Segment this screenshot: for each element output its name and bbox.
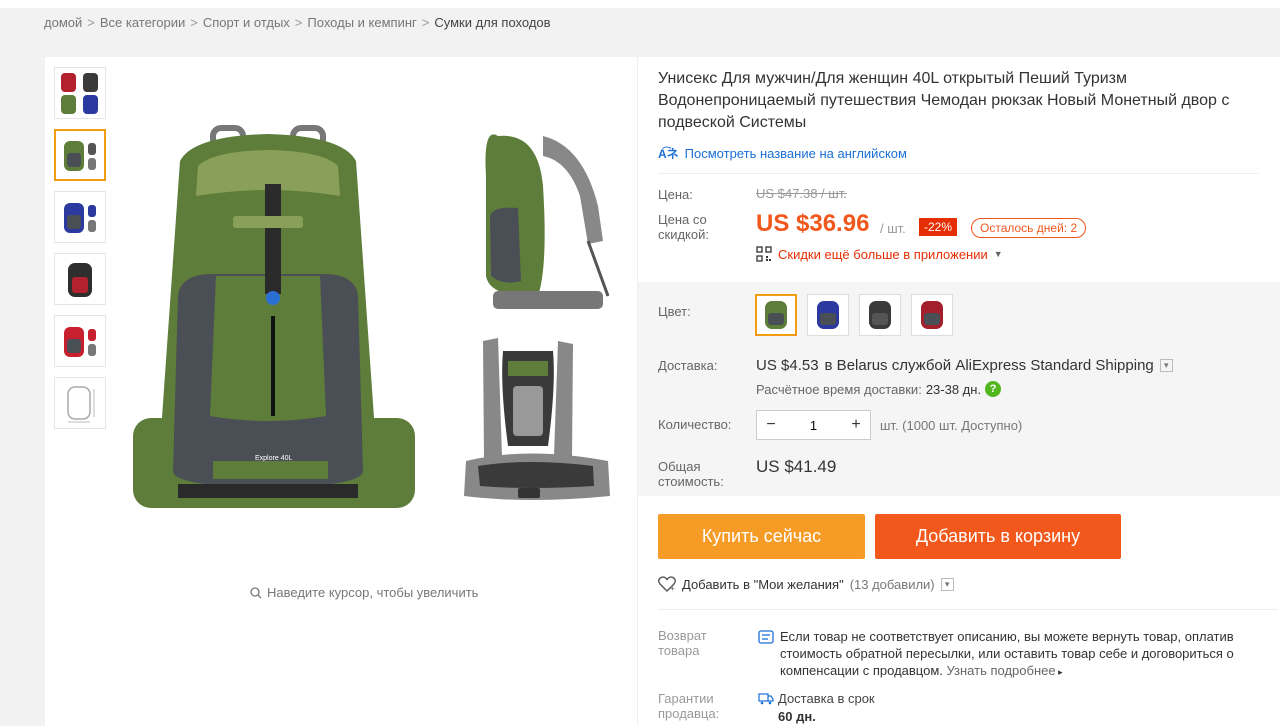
- magnifier-icon: [250, 586, 262, 598]
- divider: [658, 173, 1258, 174]
- backpack-logo-text: Explore 40L: [255, 455, 292, 462]
- breadcrumb-all-categories[interactable]: Все категории: [100, 15, 185, 30]
- price-label: Цена:: [658, 187, 693, 202]
- top-bar: [0, 0, 1280, 8]
- breadcrumb-home[interactable]: домой: [44, 15, 82, 30]
- guarantee-title: Доставка в срок: [778, 691, 875, 706]
- quantity-input[interactable]: [785, 411, 842, 439]
- quantity-increase-button[interactable]: +: [842, 411, 870, 439]
- caret-down-icon: ▼: [993, 249, 1003, 259]
- breadcrumb-sports[interactable]: Спорт и отдых: [203, 15, 290, 30]
- backpack-front-image: Explore 40L: [133, 125, 415, 508]
- thumbnail-blue[interactable]: [54, 191, 106, 243]
- eta-value: 23-38 дн.: [925, 381, 982, 397]
- help-icon[interactable]: ?: [985, 381, 1002, 397]
- guarantee-label: Гарантии продавца:: [658, 691, 720, 721]
- zoom-hint-text: Наведите курсор, чтобы увеличить: [267, 585, 479, 600]
- eta-label: Расчётное время доставки:: [756, 381, 922, 397]
- backpack-back-image: [464, 338, 610, 500]
- thumbnail-red[interactable]: [54, 315, 106, 367]
- color-swatch-green[interactable]: [755, 294, 797, 336]
- total-label: Общая стоимость:: [658, 459, 724, 489]
- return-policy-icon: [758, 630, 774, 644]
- shipping-method: в Belarus службой AliExpress Standard Sh…: [824, 357, 1154, 374]
- old-price: US $47.38 / шт.: [756, 186, 847, 201]
- qr-code-icon: [756, 246, 772, 262]
- app-deal-link[interactable]: Скидки ещё больше в приложении ▼: [756, 246, 1003, 262]
- shipping-price: US $4.53: [756, 357, 819, 374]
- color-swatch-blue[interactable]: [807, 294, 849, 336]
- returns-learn-more-link[interactable]: Узнать подробнее: [947, 663, 1056, 678]
- days-left-badge: Осталось дней: 2: [971, 218, 1087, 238]
- thumbnail-size-chart[interactable]: [54, 377, 106, 429]
- breadcrumb-current[interactable]: Сумки для походов: [434, 15, 550, 30]
- translate-title-link[interactable]: A͡ネ Посмотреть название на английском: [658, 145, 907, 162]
- svg-text:+: +: [670, 584, 675, 592]
- returns-info: Если товар не соответствует описанию, вы…: [758, 628, 1238, 681]
- divider: [658, 609, 1278, 610]
- app-deal-text: Скидки ещё больше в приложении: [778, 246, 988, 262]
- buy-now-button[interactable]: Купить сейчас: [658, 514, 865, 559]
- wishlist-text: Добавить в "Мои желания": [682, 576, 844, 592]
- breadcrumb-separator: >: [294, 15, 303, 30]
- discount-price-label: Цена со скидкой:: [658, 212, 709, 242]
- wishlist-count: (13 добавили): [849, 576, 935, 592]
- breadcrumb-separator: >: [87, 15, 95, 30]
- shipping-label: Доставка:: [658, 358, 718, 373]
- breadcrumb-separator: >: [190, 15, 198, 30]
- main-product-image[interactable]: Explore 40L: [118, 66, 638, 566]
- total-price: US $41.49: [756, 457, 837, 476]
- price-unit: / шт.: [880, 221, 906, 236]
- color-swatch-red[interactable]: [911, 294, 953, 336]
- wishlist-dropdown-icon[interactable]: ▾: [940, 577, 954, 591]
- discount-badge: -22%: [919, 218, 958, 236]
- quantity-decrease-button[interactable]: −: [757, 411, 785, 439]
- chevron-right-icon: ▸: [1055, 667, 1063, 677]
- guarantee-info: Доставка в срок 60 дн.: [758, 690, 875, 726]
- guarantee-value: 60 дн.: [778, 709, 816, 724]
- color-label: Цвет:: [658, 304, 691, 319]
- translate-icon: A͡ネ: [658, 147, 679, 161]
- add-to-cart-button[interactable]: Добавить в корзину: [875, 514, 1121, 559]
- backpack-side-image: [485, 134, 610, 309]
- delivery-truck-icon: [758, 693, 774, 705]
- delivery-eta: Расчётное время доставки: 23-38 дн. ?: [756, 381, 1002, 397]
- shipping-info: US $4.53 в Belarus службой AliExpress St…: [756, 357, 1173, 374]
- thumbnail-black[interactable]: [54, 253, 106, 305]
- breadcrumb-hiking[interactable]: Походы и кемпинг: [307, 15, 416, 30]
- thumbnail-list: [54, 67, 108, 439]
- color-swatch-black[interactable]: [859, 294, 901, 336]
- quantity-label: Количество:: [658, 417, 732, 432]
- breadcrumb: домой > Все категории > Спорт и отдых > Походы…: [44, 15, 551, 30]
- wishlist-link[interactable]: + Добавить в "Мои желания" (13 добавили)…: [658, 576, 954, 592]
- thumbnail-green[interactable]: [54, 129, 106, 181]
- breadcrumb-separator: >: [421, 15, 430, 30]
- thumbnail-all-colors[interactable]: [54, 67, 106, 119]
- returns-label: Возврат товара: [658, 628, 707, 658]
- current-price: US $36.96: [756, 210, 870, 237]
- quantity-stepper: − +: [756, 410, 871, 440]
- product-title: Унисекс Для мужчин/Для женщин 40L открыт…: [658, 70, 1230, 131]
- heart-icon: +: [658, 576, 676, 592]
- shipping-dropdown-icon[interactable]: ▾: [1159, 359, 1173, 372]
- quantity-available: шт. (1000 шт. Доступно): [880, 418, 1023, 433]
- zoom-hint: Наведите курсор, чтобы увеличить: [250, 585, 478, 600]
- translate-title-text: Посмотреть название на английском: [684, 146, 907, 161]
